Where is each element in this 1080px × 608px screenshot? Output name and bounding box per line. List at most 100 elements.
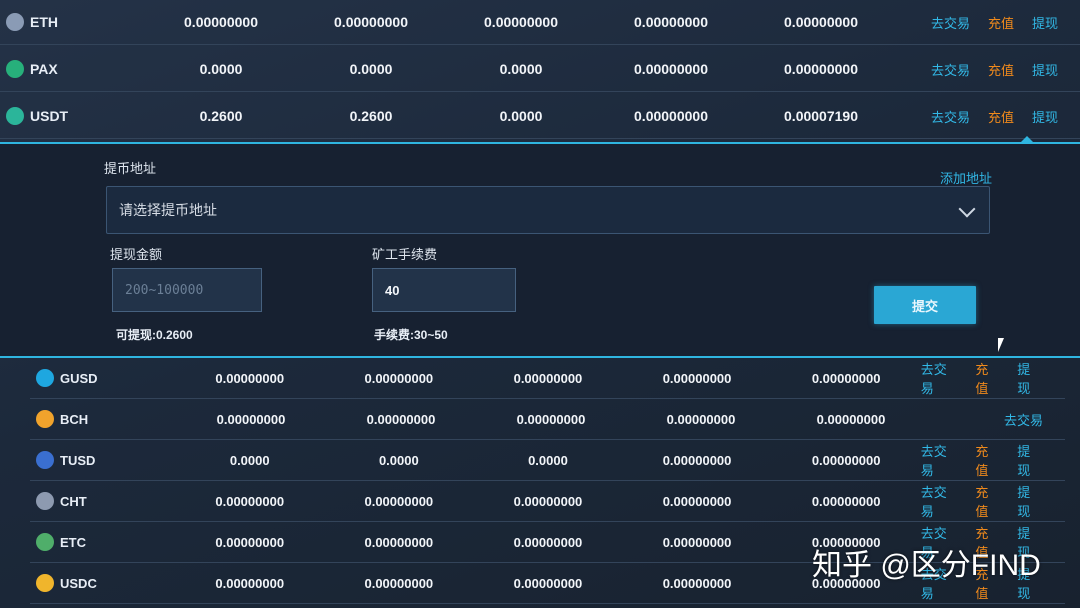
balance-cell: 0.00000000 [666, 411, 736, 427]
add-address-link[interactable]: 添加地址 [940, 168, 992, 187]
fee-value: 40 [385, 282, 400, 298]
coin-name: USDC [60, 575, 97, 591]
withdraw-link[interactable]: 提现 [1032, 13, 1058, 32]
row-actions: 去交易 充值 提现 [931, 13, 1080, 32]
withdraw-link[interactable]: 提现 [1032, 60, 1058, 79]
coin-name: TUSD [60, 452, 96, 468]
deposit-link[interactable]: 充值 [975, 441, 1001, 479]
chevron-down-icon [958, 200, 976, 218]
tether-icon [6, 107, 24, 125]
row-actions: 去交易 充值 提现 [931, 107, 1080, 126]
balance-cell: 0.00000000 [662, 370, 732, 386]
withdraw-link[interactable]: 提现 [1032, 107, 1058, 126]
balance-cell: 0.00000000 [634, 108, 708, 124]
coin-cell: GUSD [30, 369, 175, 387]
balance-cell: 0.0000 [378, 452, 419, 468]
balance-cell: 0.0000 [199, 61, 243, 77]
balance-cell: 0.00000000 [634, 61, 708, 77]
balance-cell: 0.00000000 [513, 575, 583, 591]
pax-icon [6, 60, 24, 78]
fee-range: 手续费:30~50 [374, 328, 448, 342]
amount-input[interactable]: 200~100000 [112, 268, 262, 312]
balance-cell: 0.00000000 [811, 493, 881, 509]
trade-link[interactable]: 去交易 [931, 107, 970, 126]
balance-cell: 0.00000000 [662, 493, 732, 509]
cht-icon [36, 492, 54, 510]
table-row: CHT 0.00000000 0.00000000 0.00000000 0.00000… [30, 481, 1065, 522]
balance-cell: 0.00000000 [215, 534, 285, 550]
available-balance: 可提现:0.2600 [116, 328, 193, 342]
amount-label: 提现金额 [110, 247, 163, 262]
coin-name: BCH [60, 411, 89, 427]
balance-cell: 0.00000000 [334, 14, 408, 30]
trade-link[interactable]: 去交易 [921, 441, 960, 479]
trade-link[interactable]: 去交易 [921, 482, 960, 520]
deposit-link[interactable]: 充值 [988, 13, 1014, 32]
balance-cell: 0.00000000 [784, 61, 858, 77]
deposit-link[interactable]: 充值 [975, 359, 1001, 397]
deposit-link[interactable]: 充值 [988, 60, 1014, 79]
balance-cell: 0.00000000 [513, 534, 583, 550]
fee-label: 矿工手续费 [372, 247, 438, 262]
usdc-icon [36, 574, 54, 592]
balance-cell: 0.2600 [349, 108, 393, 124]
balance-cell: 0.00000000 [513, 493, 583, 509]
trade-link[interactable]: 去交易 [921, 359, 960, 397]
balance-cell: 0.0000 [499, 61, 543, 77]
balance-cell: 0.00007190 [784, 108, 858, 124]
coin-cell: ETC [30, 533, 175, 551]
balance-cell: 0.00000000 [662, 452, 732, 468]
fee-input[interactable]: 40 [372, 268, 516, 312]
trade-link[interactable]: 去交易 [931, 60, 970, 79]
balance-cell: 0.00000000 [784, 14, 858, 30]
table-row: ETH 0.00000000 0.00000000 0.00000000 0.00000… [0, 0, 1080, 45]
balance-cell: 0.0000 [528, 452, 568, 468]
balance-cell: 0.2600 [199, 108, 243, 124]
address-select[interactable]: 请选择提币地址 [106, 186, 990, 234]
withdraw-link[interactable]: 提现 [1017, 441, 1043, 479]
coin-cell: USDC [30, 574, 175, 592]
tusd-icon [36, 451, 54, 469]
balance-cell: 0.00000000 [364, 575, 434, 591]
balance-cell: 0.00000000 [816, 411, 886, 427]
coin-cell: CHT [30, 492, 175, 510]
coin-name: ETH [30, 14, 58, 30]
coin-cell: USDT [0, 107, 146, 125]
withdraw-panel: 提币地址 添加地址 请选择提币地址 提现金额 200~100000 矿工手续费 … [0, 142, 1080, 358]
withdraw-link[interactable]: 提现 [1017, 482, 1043, 520]
balance-cell: 0.0000 [349, 61, 393, 77]
mouse-cursor-icon [998, 338, 1004, 352]
balance-cell: 0.0000 [229, 452, 270, 468]
balance-cell: 0.00000000 [216, 411, 286, 427]
balance-cell: 0.00000000 [662, 534, 732, 550]
balance-cell: 0.00000000 [215, 370, 285, 386]
balance-cell: 0.00000000 [811, 370, 881, 386]
balance-cell: 0.00000000 [516, 411, 586, 427]
trade-link[interactable]: 去交易 [931, 13, 970, 32]
deposit-link[interactable]: 充值 [975, 482, 1001, 520]
submit-button[interactable]: 提交 [874, 286, 976, 324]
balance-cell: 0.00000000 [513, 370, 583, 386]
row-actions: 去交易 充值 提现 [921, 482, 1065, 520]
coin-name: USDT [30, 108, 69, 124]
asset-screen: ETH 0.00000000 0.00000000 0.00000000 0.00000… [0, 0, 1080, 608]
table-row: USDT 0.2600 0.2600 0.0000 0.00000000 0.000071… [0, 94, 1080, 139]
gusd-icon [36, 369, 54, 387]
table-row: GUSD 0.00000000 0.00000000 0.00000000 0.0000… [30, 358, 1065, 399]
withdraw-link[interactable]: 提现 [1017, 359, 1043, 397]
coin-cell: BCH [30, 410, 176, 428]
trade-link[interactable]: 去交易 [1004, 410, 1043, 429]
row-actions: 去交易 [1004, 410, 1065, 429]
balance-cell: 0.00000000 [662, 575, 732, 591]
balance-cell: 0.00000000 [364, 493, 434, 509]
address-select-value: 请选择提币地址 [119, 202, 217, 218]
balance-cell: 0.00000000 [366, 411, 436, 427]
row-actions: 去交易 充值 提现 [921, 441, 1065, 479]
balance-cell: 0.00000000 [364, 370, 434, 386]
balance-cell: 0.00000000 [634, 14, 708, 30]
amount-placeholder: 200~100000 [125, 282, 204, 298]
deposit-link[interactable]: 充值 [988, 107, 1014, 126]
row-actions: 去交易 充值 提现 [921, 359, 1065, 397]
balance-cell: 0.00000000 [215, 575, 285, 591]
balance-cell: 0.0000 [499, 108, 543, 124]
